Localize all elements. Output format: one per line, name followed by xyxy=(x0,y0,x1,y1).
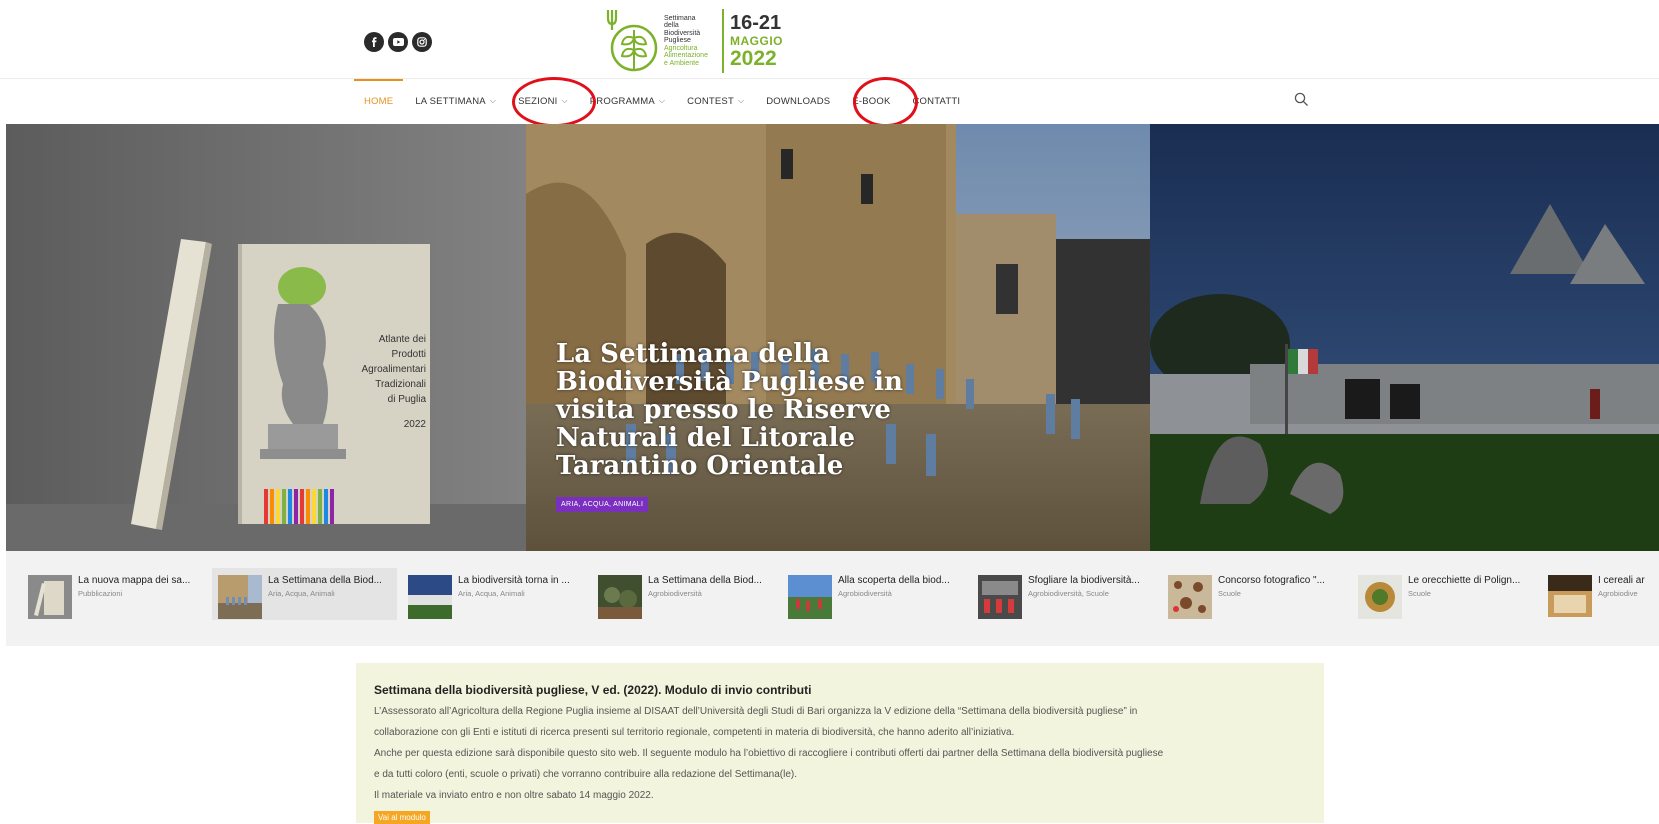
thumb-category: Agrobiodiversità xyxy=(838,589,892,598)
logo-sub-line: Agricoltura xyxy=(664,44,698,52)
thumb-image xyxy=(1548,575,1592,617)
facebook-icon[interactable] xyxy=(364,32,384,52)
thumb-title: La Settimana della Biod... xyxy=(268,575,382,586)
notice-line: L’Assessorato all’Agricoltura della Regi… xyxy=(374,706,1138,717)
thumb-category: Scuole xyxy=(1218,589,1241,598)
book-title-line: Agroalimentari xyxy=(361,364,426,375)
slide-riserve-naturali[interactable] xyxy=(526,124,1150,551)
book-title-line: di Puglia xyxy=(387,394,426,405)
thumb-title: La nuova mappa dei sa... xyxy=(78,575,191,586)
nav-label: CONTATTI xyxy=(912,95,961,107)
nav-item-contatti[interactable]: CONTATTI xyxy=(912,79,960,123)
thumb-category: Scuole xyxy=(1408,589,1431,598)
thumb-item[interactable]: La biodiversità torna in ... Aria, Acqua… xyxy=(402,571,587,619)
contribution-notice: Settimana della biodiversità pugliese, V… xyxy=(356,663,1324,824)
instagram-icon[interactable] xyxy=(412,32,432,52)
thumb-category: Pubblicazioni xyxy=(78,589,123,598)
thumb-category: Aria, Acqua, Animali xyxy=(268,589,335,598)
nav-label: PROGRAMMA xyxy=(589,95,655,107)
thumb-category: Agrobiodiversità xyxy=(648,589,702,598)
nav-item-downloads[interactable]: DOWNLOADS xyxy=(766,79,830,123)
book-title: Atlante dei Prodotti Agroalimentari Trad… xyxy=(346,332,426,432)
notice-title: Settimana della biodiversità pugliese, V… xyxy=(374,683,812,697)
chevron-down-icon: ⌵ xyxy=(737,96,745,105)
thumb-title: I cereali ar xyxy=(1598,575,1645,586)
nav-label: LA SETTIMANA xyxy=(415,95,486,107)
logo-year: 2022 xyxy=(730,47,777,70)
thumb-item-selected[interactable]: La Settimana della Biod... Aria, Acqua, … xyxy=(212,568,397,620)
thumb-image xyxy=(978,575,1022,619)
search-icon[interactable] xyxy=(1294,92,1309,107)
logo-line: Biodiversità xyxy=(664,29,701,37)
slide-category-tag[interactable]: ARIA, ACQUA, ANIMALI xyxy=(556,497,649,512)
thumb-title: Sfogliare la biodiversità... xyxy=(1028,575,1140,586)
thumb-title: Le orecchiette di Polign... xyxy=(1408,575,1521,586)
thumb-item[interactable]: Le orecchiette di Polign... Scuole xyxy=(1352,571,1537,619)
go-to-form-button[interactable]: Vai al modulo xyxy=(374,811,430,824)
castle-photo xyxy=(526,124,1150,551)
chevron-down-icon: ⌵ xyxy=(658,96,666,105)
slider-thumbnails: La nuova mappa dei sa... Pubblicazioni L… xyxy=(6,551,1659,646)
logo-sub-line: Alimentazione xyxy=(664,52,708,60)
thumb-image xyxy=(28,575,72,619)
notice-line: collaborazione con gli Enti e istituti d… xyxy=(374,727,1015,738)
logo-divider xyxy=(722,9,724,73)
logo-text: Settimana della Biodiversità Pugliese Ag… xyxy=(664,15,716,68)
chevron-down-icon: ⌵ xyxy=(489,96,497,105)
thumb-item[interactable]: La nuova mappa dei sa... Pubblicazioni xyxy=(22,571,207,619)
thumb-image xyxy=(1358,575,1402,619)
trulli-photo xyxy=(1150,124,1659,551)
nav-item-programma[interactable]: PROGRAMMA ⌵ xyxy=(590,79,665,123)
slide-trulli[interactable] xyxy=(1150,124,1659,551)
nav-item-home[interactable]: HOME xyxy=(353,79,404,123)
logo-dates: 16-21 MAGGIO 2022 xyxy=(730,13,783,69)
nav-label: HOME xyxy=(364,95,394,107)
social-links xyxy=(364,32,432,52)
notice-line: Il materiale va inviato entro e non oltr… xyxy=(374,790,654,801)
thumb-title: Concorso fotografico "... xyxy=(1218,575,1325,586)
slide-title[interactable]: La Settimana della Biodiversità Pugliese… xyxy=(556,340,976,480)
nav-item-la-settimana[interactable]: LA SETTIMANA ⌵ xyxy=(415,79,496,123)
thumb-image xyxy=(408,575,452,619)
thumb-title: Alla scoperta della biod... xyxy=(838,575,950,586)
thumb-item[interactable]: Alla scoperta della biod... Agrobiodiver… xyxy=(782,571,967,619)
youtube-icon[interactable] xyxy=(388,32,408,52)
logo-line: Settimana xyxy=(664,14,696,22)
nav-label: DOWNLOADS xyxy=(766,95,831,107)
thumb-category: Aria, Acqua, Animali xyxy=(458,589,525,598)
book-title-line: Atlante dei xyxy=(378,334,426,345)
site-logo[interactable]: Settimana della Biodiversità Pugliese Ag… xyxy=(606,6,794,76)
nav-label: CONTEST xyxy=(687,95,734,107)
nav-item-contest[interactable]: CONTEST ⌵ xyxy=(687,79,744,123)
notice-line: e da tutti coloro (enti, scuole o privat… xyxy=(374,769,797,780)
book-title-line: Tradizionali xyxy=(375,379,426,390)
thumb-image xyxy=(218,575,262,619)
logo-line: Pugliese xyxy=(664,37,691,45)
logo-line: della xyxy=(664,22,679,30)
book-title-line: Prodotti xyxy=(391,349,426,360)
thumb-category: Agrobiodiversità, Scuole xyxy=(1028,589,1109,598)
logo-days: 16-21 xyxy=(730,12,782,34)
book-year: 2022 xyxy=(403,419,426,430)
thumb-image xyxy=(598,575,642,619)
slide-atlante-book[interactable]: Atlante dei Prodotti Agroalimentari Trad… xyxy=(6,124,526,551)
notice-line: Anche per questa edizione sarà disponibi… xyxy=(374,748,1164,759)
thumb-image xyxy=(788,575,832,619)
wheat-leaf-logo-icon xyxy=(606,10,658,72)
thumb-item[interactable]: La Settimana della Biod... Agrobiodivers… xyxy=(592,571,777,619)
thumb-item[interactable]: Sfogliare la biodiversità... Agrobiodive… xyxy=(972,571,1157,619)
highlight-circle-sezioni xyxy=(512,77,596,127)
thumb-item[interactable]: Concorso fotografico "... Scuole xyxy=(1162,571,1347,619)
book-image xyxy=(6,124,526,551)
thumb-title: La Settimana della Biod... xyxy=(648,575,762,586)
thumb-category: Agrobiodive xyxy=(1598,589,1638,598)
logo-month: MAGGIO xyxy=(730,34,783,48)
thumb-item[interactable]: I cereali ar Agrobiodive xyxy=(1542,571,1659,617)
thumb-title: La biodiversità torna in ... xyxy=(458,575,570,586)
logo-sub-line: e Ambiente xyxy=(664,59,700,67)
highlight-circle-e-book xyxy=(853,77,918,127)
thumb-image xyxy=(1168,575,1212,619)
